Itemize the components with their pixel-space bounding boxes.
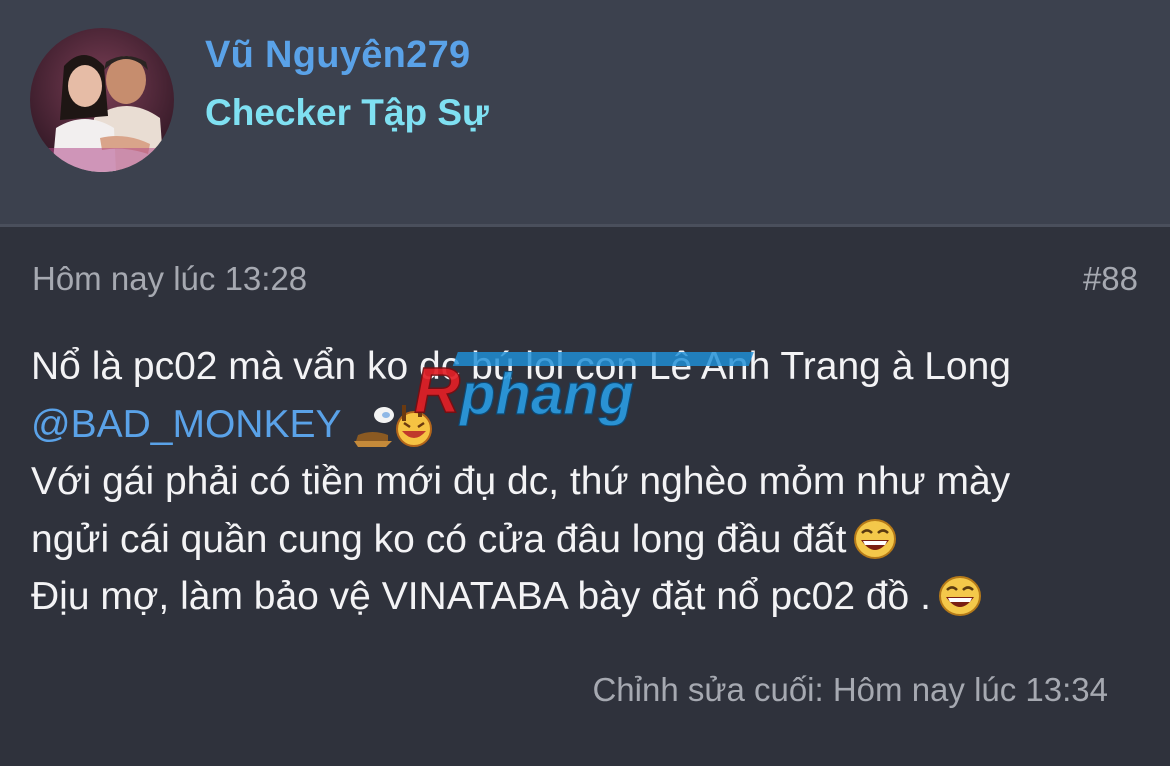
post-line-1: Nổ là pc02 mà vẩn ko dc bú lol con Lê An…	[31, 345, 1011, 388]
rolling-laugh-sticker-icon	[352, 401, 438, 447]
post-line-4: ngửi cái quần cung ko có cửa đâu long đầ…	[31, 511, 1141, 569]
post-line-3: Với gái phải có tiền mới đụ dc, thứ nghè…	[31, 460, 1011, 503]
post-line-4-text: ngửi cái quần cung ko có cửa đâu long đầ…	[31, 517, 847, 561]
last-edited-note: Chỉnh sửa cuối: Hôm nay lúc 13:34	[592, 671, 1108, 708]
user-rank-title: Checker Tập Sự	[205, 92, 489, 133]
post-line-5-text: Địu mợ, làm bảo vệ VINATABA bày đặt nổ p…	[31, 575, 931, 618]
laughing-smiley-icon	[937, 575, 983, 617]
post-line-5: Địu mợ, làm bảo vệ VINATABA bày đặt nổ p…	[31, 568, 1141, 626]
laughing-smiley-icon	[852, 518, 898, 560]
post-line-2: @BAD_MONKEY	[31, 396, 1141, 454]
post-number-link[interactable]: #88	[1083, 260, 1138, 298]
post-content: Nổ là pc02 mà vẩn ko dc bú lol con Lê An…	[31, 338, 1141, 626]
post-timestamp[interactable]: Hôm nay lúc 13:28	[32, 260, 307, 298]
avatar[interactable]	[30, 28, 174, 172]
username-link[interactable]: Vũ Nguyên279	[205, 34, 470, 77]
header-divider	[0, 224, 1170, 227]
post-author-header: Vũ Nguyên279 Checker Tập Sự	[0, 0, 1170, 224]
user-mention-link[interactable]: @BAD_MONKEY	[31, 403, 342, 446]
